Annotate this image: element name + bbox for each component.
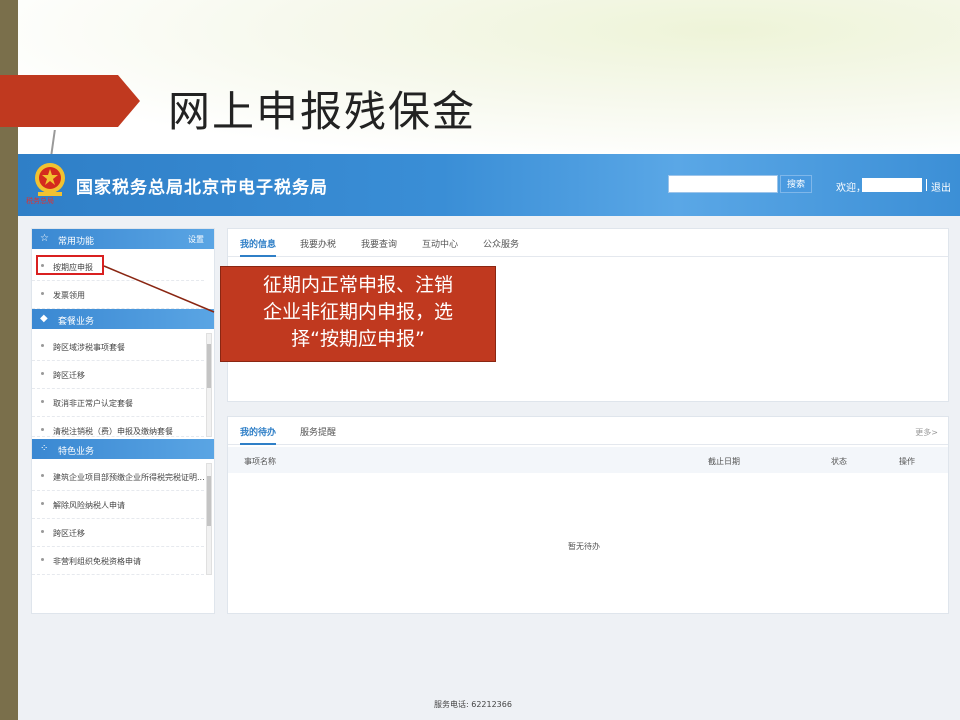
sidebar-item-label: 取消非正常户认定套餐: [53, 399, 133, 408]
todo-table-header: 事项名称 截止日期 状态 操作: [228, 447, 948, 473]
service-phone: 服务电话: 62212366: [434, 700, 512, 709]
sidebar-item-risk-taxpayer-release[interactable]: 解除风险纳税人申请: [32, 491, 204, 519]
scrollbar-thumb[interactable]: [207, 344, 211, 388]
slide-background: [18, 0, 960, 150]
column-header: 截止日期: [708, 457, 740, 466]
star-icon: ☆: [40, 233, 49, 244]
logout-link[interactable]: 退出: [931, 179, 951, 194]
sidebar-item-nonprofit-exemption[interactable]: 非营利组织免税资格申请: [32, 547, 204, 575]
sidebar-item-label: 发票领用: [53, 291, 85, 300]
section-common-functions[interactable]: ☆ 常用功能 设置: [32, 229, 214, 249]
my-todo-panel: 我的待办 服务提醒 更多> 事项名称 截止日期 状态 操作 暂无待办: [227, 416, 949, 614]
package-scrollbar[interactable]: [206, 333, 212, 437]
sidebar-item-cross-region-migration[interactable]: 跨区迁移: [32, 361, 204, 389]
bullet-icon: [41, 372, 44, 375]
sidebar-item-cross-region-migration-2[interactable]: 跨区迁移: [32, 519, 204, 547]
callout-line: 征期内正常申报、注销: [262, 274, 453, 296]
sidebar-item-label: 清税注销税（费）申报及缴纳套餐: [53, 427, 173, 436]
sidebar-item-cross-region-package[interactable]: 跨区域涉税事项套餐: [32, 333, 204, 361]
slide-title: 网上申报残保金: [168, 87, 477, 136]
tab-my-todo[interactable]: 我的待办: [240, 425, 277, 445]
sidebar-item-construction-prepay-certificate[interactable]: 建筑企业项目部预缴企业所得税完税证明...: [32, 463, 205, 491]
sidebar-item-label: 跨区迁移: [53, 529, 85, 538]
grid-icon: ⁘: [40, 443, 49, 454]
sidebar-item-label: 解除风险纳税人申请: [53, 501, 125, 510]
column-header: 状态: [831, 457, 847, 466]
section-label: 常用功能: [58, 237, 95, 247]
username-redacted: [862, 178, 922, 192]
todo-tabs: 我的待办 服务提醒 更多>: [228, 417, 948, 445]
section-label: 特色业务: [58, 447, 95, 457]
tab-query[interactable]: 我要查询: [361, 237, 397, 250]
tab-interaction-center[interactable]: 互动中心: [422, 237, 458, 250]
empty-state-text: 暂无待办: [568, 542, 600, 551]
bullet-icon: [41, 502, 44, 505]
sidebar-item-label: 跨区域涉税事项套餐: [53, 343, 125, 352]
more-link[interactable]: 更多>: [915, 427, 938, 438]
special-scrollbar[interactable]: [206, 463, 212, 575]
layers-icon: ◆: [40, 313, 48, 324]
settings-link[interactable]: 设置: [188, 234, 204, 245]
search-button[interactable]: 搜索: [780, 175, 812, 193]
callout-line: 择“按期应申报”: [291, 328, 425, 350]
sidebar-item-invoice-collection[interactable]: 发票领用: [32, 281, 204, 309]
column-header: 操作: [899, 457, 915, 466]
bullet-icon: [41, 428, 44, 431]
portal-title: 国家税务总局北京市电子税务局: [76, 178, 328, 198]
bullet-icon: [41, 530, 44, 533]
callout-line: 企业非征期内申报，选: [262, 301, 453, 323]
tab-service-reminder[interactable]: 服务提醒: [300, 425, 336, 438]
app-header: 税务总局 国家税务总局北京市电子税务局 搜索 欢迎， 退出: [18, 154, 960, 216]
section-label: 套餐业务: [58, 317, 95, 327]
tab-my-info[interactable]: 我的信息: [240, 237, 277, 257]
callout-note: 征期内正常申报、注销 企业非征期内申报，选 择“按期应申报”: [220, 266, 496, 362]
tax-portal-window: 税务总局 国家税务总局北京市电子税务局 搜索 欢迎， 退出 ☆ 常用功能 设置 …: [18, 154, 960, 720]
header-divider: [926, 179, 927, 191]
bullet-icon: [41, 400, 44, 403]
scrollbar-thumb[interactable]: [207, 476, 211, 526]
highlight-box: [36, 255, 104, 275]
section-package-services[interactable]: ◆ 套餐业务: [32, 309, 214, 329]
bullet-icon: [41, 558, 44, 561]
sidebar-item-label: 跨区迁移: [53, 371, 85, 380]
search-input[interactable]: [668, 175, 778, 193]
emblem-caption: 税务总局: [26, 197, 54, 205]
column-header: 事项名称: [244, 457, 276, 466]
sidebar-item-cancel-abnormal-package[interactable]: 取消非正常户认定套餐: [32, 389, 204, 417]
section-special-services[interactable]: ⁘ 特色业务: [32, 439, 214, 459]
title-arrow-shape: [0, 75, 140, 127]
bullet-icon: [41, 292, 44, 295]
sidebar-item-label: 建筑企业项目部预缴企业所得税完税证明...: [53, 473, 205, 482]
tab-public-services[interactable]: 公众服务: [483, 237, 519, 250]
bullet-icon: [41, 344, 44, 347]
sidebar: ☆ 常用功能 设置 按期应申报 发票领用 ◆ 套餐业务 跨区域涉税事项套餐 跨区…: [31, 228, 215, 614]
tab-do-tax[interactable]: 我要办税: [300, 237, 336, 250]
bullet-icon: [41, 474, 44, 477]
info-tabs: 我的信息 我要办税 我要查询 互动中心 公众服务: [228, 229, 948, 257]
sidebar-item-label: 非营利组织免税资格申请: [53, 557, 141, 566]
sidebar-item-deregistration-package[interactable]: 清税注销税（费）申报及缴纳套餐: [32, 417, 204, 437]
